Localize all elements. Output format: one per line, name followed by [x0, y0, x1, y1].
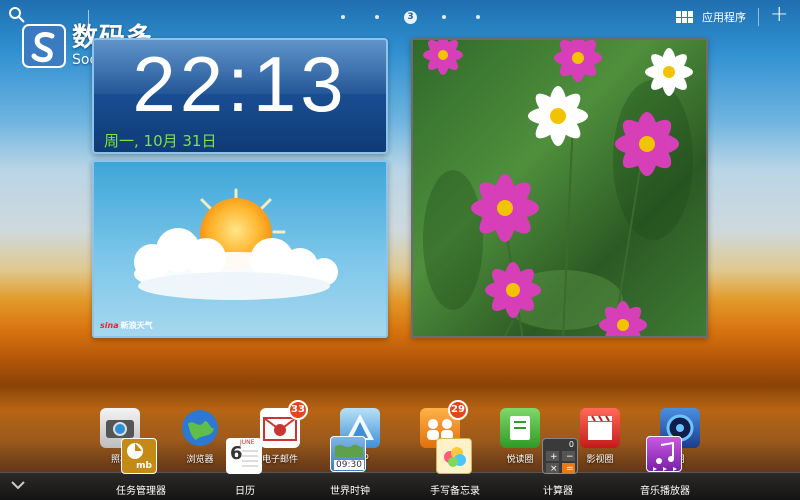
app-label: 浏览器	[186, 455, 214, 465]
dock-calendar[interactable]: 日历	[235, 482, 255, 497]
app-label: 影视圈	[586, 455, 614, 465]
app-label: 悦读圈	[506, 455, 534, 465]
world-clock-time: 09:30	[334, 460, 364, 470]
memo-icon[interactable]	[436, 438, 472, 474]
app-reader[interactable]: 悦读圈	[492, 408, 548, 465]
unread-badge: 33	[288, 400, 308, 420]
page-dot[interactable]	[375, 15, 379, 19]
music-player-icon[interactable]	[646, 436, 682, 472]
page-dot-active[interactable]: 3	[404, 10, 417, 24]
add-icon[interactable]: +	[770, 4, 788, 26]
globe-icon	[180, 408, 220, 448]
clock-widget[interactable]: 22:13 周一, 10月 31日	[92, 38, 388, 154]
calculator-icon[interactable]: 0 + − × =	[542, 438, 578, 474]
page-indicator[interactable]: 3	[326, 10, 495, 24]
world-clock-icon[interactable]: 09:30	[330, 436, 366, 472]
clock-date: 周一, 10月 31日	[104, 132, 217, 150]
email-icon: 33	[260, 400, 308, 448]
soomal-logo-icon	[22, 24, 66, 68]
task-manager-text: mb	[136, 461, 152, 471]
chevron-down-icon[interactable]	[10, 478, 26, 492]
calculator-display: 0	[568, 440, 574, 449]
notification-badge: 29	[448, 400, 468, 420]
calendar-icon[interactable]: JUNE 6	[226, 438, 262, 474]
flower-photo	[423, 40, 693, 336]
clock-time: 22:13	[132, 40, 348, 128]
top-divider	[758, 8, 759, 26]
app-browser[interactable]: 浏览器	[172, 408, 228, 465]
dock-music-player[interactable]: 音乐播放器	[640, 482, 690, 497]
apps-button[interactable]: 应用程序	[676, 9, 746, 25]
grid-icon	[676, 11, 694, 23]
weather-widget[interactable]: sina 新浪天气	[92, 160, 388, 338]
search-icon[interactable]	[8, 6, 26, 24]
weather-brand: sina 新浪天气	[100, 320, 153, 331]
sun-cloud-icon	[134, 188, 338, 300]
book-icon	[500, 408, 540, 448]
dock-memo[interactable]: 手写备忘录	[430, 482, 480, 497]
task-manager-icon[interactable]: mb	[121, 438, 157, 474]
photo-frame-widget[interactable]	[411, 38, 708, 338]
app-video[interactable]: 影视圈	[572, 408, 628, 465]
dock-world-clock[interactable]: 世界时钟	[330, 482, 370, 497]
weather-brand-text: 新浪天气	[120, 321, 153, 330]
page-dot[interactable]	[341, 15, 345, 19]
apps-label: 应用程序	[702, 11, 746, 24]
page-dot[interactable]	[442, 15, 446, 19]
svg-text:+: +	[550, 452, 558, 462]
svg-text:=: =	[566, 464, 574, 474]
dock-task-manager[interactable]: 任务管理器	[116, 482, 166, 497]
sina-logo: sina	[100, 321, 119, 330]
calendar-day: 6	[230, 443, 243, 464]
dock-calculator[interactable]: 计算器	[543, 482, 573, 497]
svg-text:×: ×	[550, 464, 558, 474]
page-dot[interactable]	[476, 15, 480, 19]
film-icon	[580, 408, 620, 448]
svg-text:−: −	[566, 452, 574, 462]
